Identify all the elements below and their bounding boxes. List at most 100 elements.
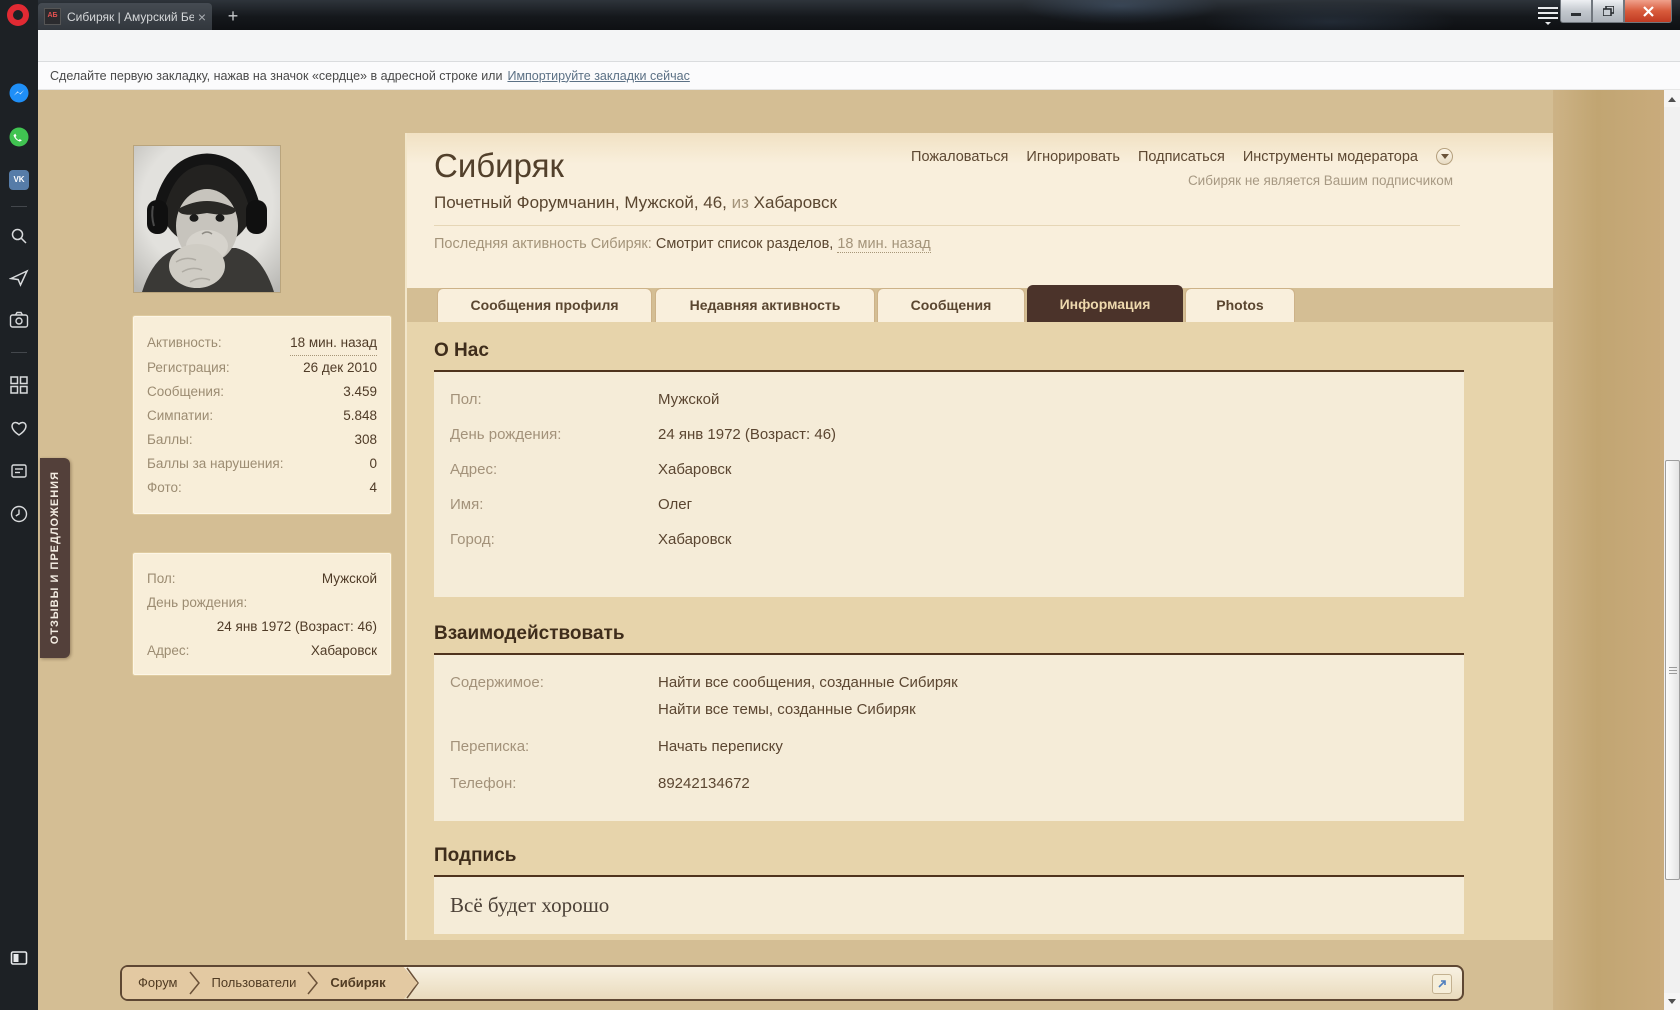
- bookmark-hint-text: Сделайте первую закладку, нажав на значо…: [50, 68, 503, 83]
- report-link[interactable]: Пожаловаться: [911, 149, 1008, 165]
- opera-logo-icon[interactable]: [7, 4, 29, 26]
- profile-header: Сибиряк Почетный Форумчанин, Мужской, 46…: [407, 133, 1553, 288]
- avatar[interactable]: [133, 145, 281, 293]
- stat-value[interactable]: 3.459: [343, 380, 377, 404]
- info-label: Адрес:: [450, 461, 498, 478]
- profile-subtitle: Почетный Форумчанин, Мужской, 46, из Хаб…: [434, 193, 837, 213]
- profile-action-links: Пожаловаться Игнорировать Подписаться Ин…: [911, 148, 1453, 165]
- profile-title-text: Почетный Форумчанин, Мужской, 46,: [434, 193, 727, 212]
- snapshot-camera-icon[interactable]: [9, 310, 29, 330]
- stat-label: Симпатии:: [147, 408, 214, 423]
- activity-time-link[interactable]: 18 мин. назад: [837, 236, 931, 253]
- detail-label: Адрес:: [147, 643, 190, 658]
- stat-row: Регистрация: 26 дек 2010: [147, 356, 377, 380]
- stat-label: Баллы:: [147, 432, 193, 447]
- minimize-button[interactable]: [1560, 0, 1592, 23]
- find-all-posts-link[interactable]: Найти все сообщения, созданные Сибиряк: [658, 669, 958, 696]
- history-clock-icon[interactable]: [9, 504, 29, 524]
- follower-note: Сибиряк не является Вашим подписчиком: [1187, 173, 1453, 188]
- follow-link[interactable]: Подписаться: [1138, 149, 1225, 165]
- feedback-side-tab-label: ОТЗЫВЫ И ПРЕДЛОЖЕНИЯ: [49, 471, 61, 645]
- info-label: Содержимое:: [450, 674, 544, 691]
- start-conversation-link[interactable]: Начать переписку: [658, 733, 783, 760]
- breadcrumb-expand-icon[interactable]: [1432, 974, 1452, 994]
- stat-value: 26 дек 2010: [303, 360, 377, 375]
- start-page-grid-icon[interactable]: [9, 375, 29, 395]
- bookmarks-heart-icon[interactable]: [9, 418, 29, 438]
- detail-value-address[interactable]: Хабаровск: [311, 639, 377, 663]
- tab-title: Сибиряк | Амурский Бере: [67, 9, 194, 24]
- info-label: Имя:: [450, 496, 484, 513]
- ignore-link[interactable]: Игнорировать: [1026, 149, 1120, 165]
- search-icon[interactable]: [9, 226, 29, 246]
- phone-value: 89242134672: [658, 775, 750, 792]
- breadcrumb-members[interactable]: Пользователи: [196, 967, 313, 999]
- page-edge-shade: [1553, 90, 1664, 1010]
- info-row: Имя: Олег: [450, 487, 1448, 522]
- stat-label: Активность:: [147, 335, 222, 350]
- tab-postings[interactable]: Сообщения: [877, 288, 1025, 322]
- personal-news-icon[interactable]: [9, 461, 29, 481]
- scroll-up-icon[interactable]: [1664, 90, 1680, 107]
- close-tab-icon[interactable]: ×: [198, 9, 206, 25]
- info-row: Содержимое: Найти все сообщения, созданн…: [450, 669, 1448, 723]
- stat-value[interactable]: 4: [369, 476, 377, 500]
- find-all-threads-link[interactable]: Найти все темы, созданные Сибиряк: [658, 696, 958, 723]
- window-controls: [1560, 0, 1672, 23]
- detail-value: 24 янв 1972 (Возраст: 46): [216, 619, 377, 634]
- scrollbar-thumb[interactable]: [1665, 460, 1680, 880]
- stat-value-activity[interactable]: 18 мин. назад: [290, 331, 377, 356]
- my-flow-icon[interactable]: [9, 268, 29, 288]
- info-row: Телефон: 89242134672: [450, 770, 1448, 797]
- stat-value: 0: [369, 456, 377, 471]
- messenger-icon[interactable]: [9, 83, 29, 103]
- signature-section: Подпись Всё будет хорошо: [434, 845, 1464, 934]
- vertical-scrollbar[interactable]: [1664, 90, 1680, 1010]
- info-value: Хабаровск: [658, 531, 732, 548]
- detail-label: Пол:: [147, 571, 176, 586]
- browser-tab[interactable]: АБ Сибиряк | Амурский Бере ×: [38, 3, 212, 30]
- section-title: О Нас: [434, 340, 489, 361]
- scroll-down-icon[interactable]: [1664, 993, 1680, 1010]
- tab-information[interactable]: Информация: [1027, 285, 1183, 322]
- vk-icon[interactable]: VK: [9, 170, 29, 190]
- info-value-address-link[interactable]: Хабаровск: [658, 452, 731, 487]
- info-value: Мужской: [658, 391, 720, 408]
- interact-section: Взаимодействовать Содержимое: Найти все …: [434, 623, 1464, 821]
- page-title: Сибиряк: [434, 147, 564, 184]
- info-label: День рождения:: [450, 426, 562, 443]
- tab-recent-activity[interactable]: Недавняя активность: [655, 288, 875, 322]
- profile-location-link[interactable]: Хабаровск: [754, 193, 837, 212]
- stat-label: Фото:: [147, 480, 182, 495]
- section-title: Подпись: [434, 845, 517, 866]
- stat-row: Активность: 18 мин. назад: [147, 331, 377, 356]
- opera-sidebar: VK: [0, 0, 38, 1010]
- sidebar-settings-icon[interactable]: [9, 948, 29, 968]
- stat-value: 308: [354, 432, 377, 447]
- opera-menu-icon[interactable]: [1538, 7, 1558, 25]
- info-label: Телефон:: [450, 775, 517, 792]
- address-bar: amur-bereg.ru/members/sibirjak.213/ 3: [38, 30, 1680, 88]
- breadcrumb-crumbs: Форум Пользователи Сибиряк: [122, 967, 418, 999]
- restore-button[interactable]: [1592, 0, 1624, 23]
- new-tab-button[interactable]: +: [220, 4, 246, 28]
- info-label: Пол:: [450, 391, 482, 408]
- tab-photos[interactable]: Photos: [1185, 288, 1295, 322]
- whatsapp-icon[interactable]: [9, 127, 29, 147]
- moderator-tools-link[interactable]: Инструменты модератора: [1243, 149, 1418, 165]
- close-button[interactable]: [1624, 0, 1672, 23]
- stat-value[interactable]: 5.848: [343, 404, 377, 428]
- detail-row: День рождения:: [147, 591, 377, 615]
- information-tab-content: О Нас Пол: Мужской День рождения: 24 янв 1…: [407, 322, 1553, 940]
- feedback-side-tab[interactable]: ОТЗЫВЫ И ПРЕДЛОЖЕНИЯ: [40, 458, 70, 658]
- breadcrumb-forum[interactable]: Форум: [122, 967, 194, 999]
- chevron-down-icon[interactable]: [1436, 148, 1453, 165]
- detail-row: 24 янв 1972 (Возраст: 46): [147, 615, 377, 639]
- stat-label: Баллы за нарушения:: [147, 456, 284, 471]
- import-bookmarks-link[interactable]: Импортируйте закладки сейчас: [507, 69, 689, 83]
- bookmark-hint-bar: Сделайте первую закладку, нажав на значо…: [38, 62, 1680, 90]
- stat-label: Регистрация:: [147, 360, 230, 375]
- tab-profile-posts[interactable]: Сообщения профиля: [437, 288, 652, 322]
- info-label: Переписка:: [450, 738, 530, 755]
- details-box: Пол: Мужской День рождения: 24 янв 1972 (…: [132, 552, 392, 676]
